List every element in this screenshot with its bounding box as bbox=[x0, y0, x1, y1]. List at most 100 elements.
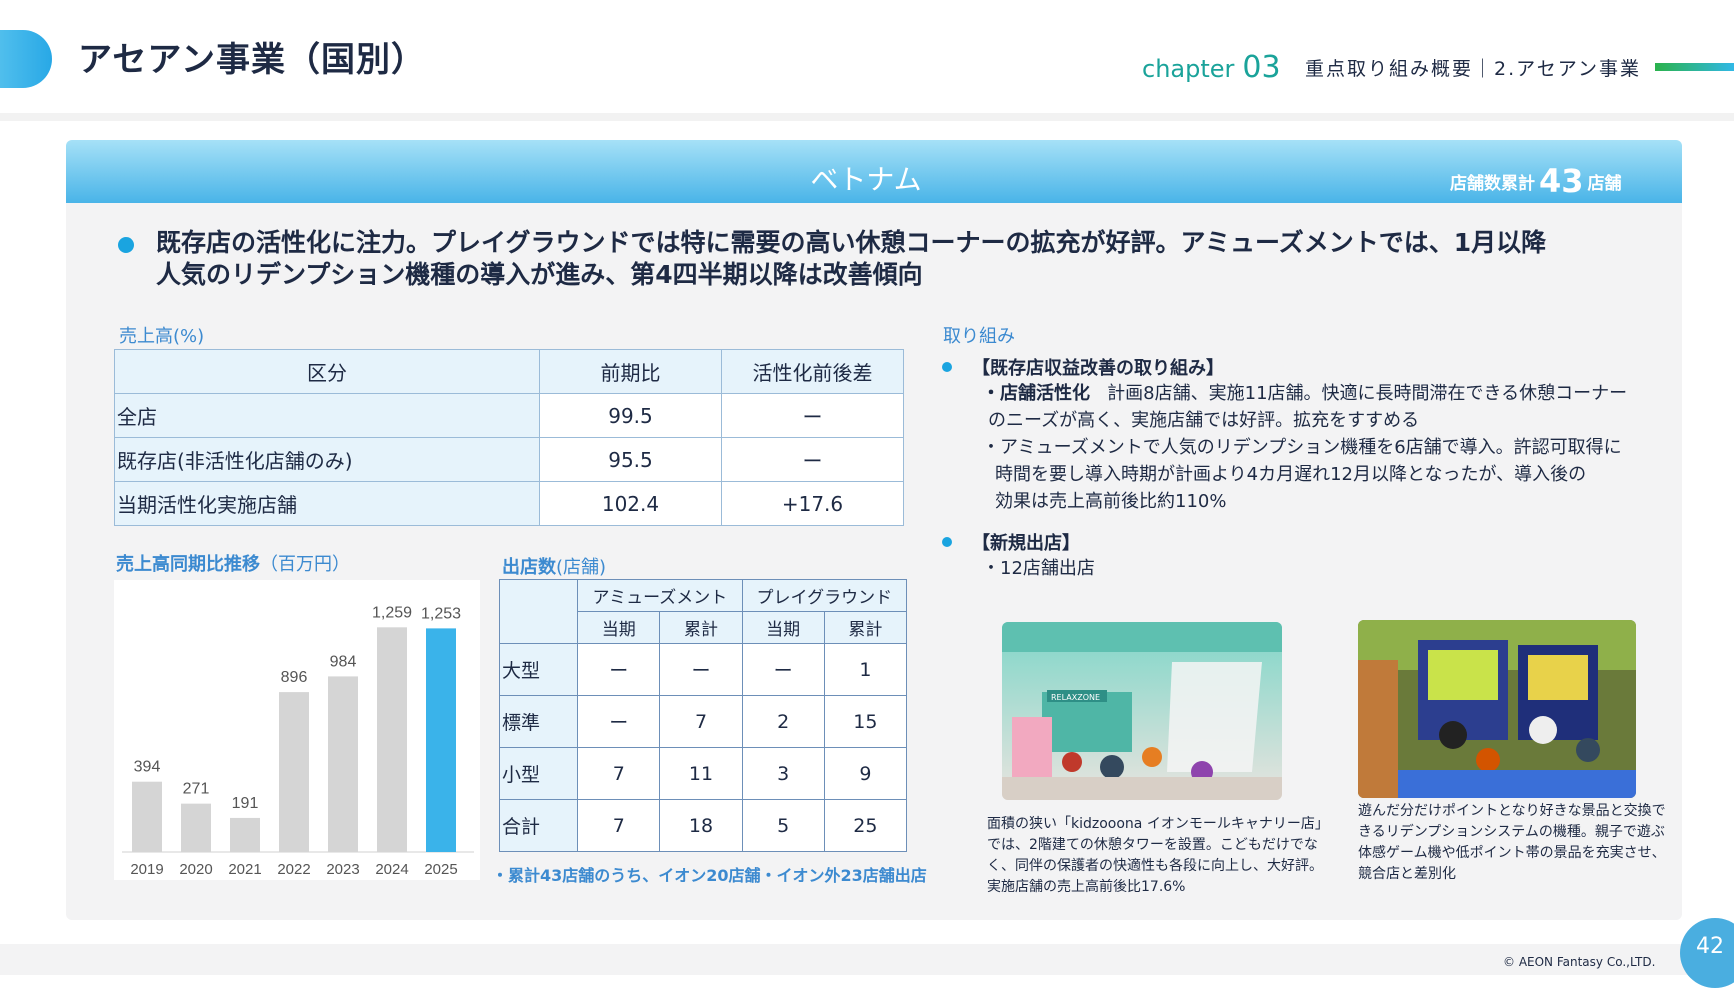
sales-table-label: 売上高(%) bbox=[119, 326, 205, 347]
chart-tick-label: 2023 bbox=[326, 861, 359, 878]
store-table-label: 出店数(店舗) bbox=[502, 553, 606, 579]
store-count-unit: 店舗 bbox=[1587, 174, 1622, 194]
store-cell: 7 bbox=[577, 747, 661, 800]
store-header-playground: プレイグラウンド bbox=[741, 579, 908, 612]
caption-line: きるリデンプションシステムの機種。親子で遊ぶ bbox=[1358, 824, 1665, 840]
caption-line: 競合店と差別化 bbox=[1358, 866, 1456, 882]
store-cell: ー bbox=[577, 643, 661, 696]
chart-label-main: 売上高同期比推移 bbox=[116, 554, 260, 575]
store-cell: 7 bbox=[659, 695, 743, 748]
bullet-icon bbox=[942, 362, 952, 372]
table-row: 全店 99.5 ー bbox=[114, 393, 904, 438]
chart-tick-label: 2024 bbox=[375, 861, 408, 878]
page-number-badge: 42 bbox=[1680, 918, 1734, 988]
sales-bar-chart: 394 2019 271 2020 191 2021 896 2022 984 2023 1,259… bbox=[114, 580, 480, 880]
lead-line-2: 人気のリデンプション機種の導入が進み、第4四半期以降は改善傾向 bbox=[156, 260, 923, 289]
header-divider bbox=[0, 113, 1734, 121]
page-title: アセアン事業（国別） bbox=[78, 40, 426, 80]
initiative-detail-1: ・店舗活性化 計画8店舗、実施11店舗。快適に長時間滞在できる休憩コーナー のニ… bbox=[982, 380, 1682, 434]
sales-row-label: 既存店(非活性化店舗のみ) bbox=[114, 437, 540, 482]
store-row-label: 標準 bbox=[498, 695, 579, 748]
table-row: 小型 7 11 3 9 bbox=[498, 747, 908, 800]
chart-tick-label: 2020 bbox=[179, 861, 212, 878]
lead-bullet-icon bbox=[118, 237, 134, 253]
redemption-photo-caption: 遊んだ分だけポイントとなり好きな景品と交換で きるリデンプションシステムの機種。… bbox=[1358, 801, 1688, 885]
initiative-detail-1-text: 計画8店舗、実施11店舗。快適に長時間滞在できる休憩コーナー bbox=[1107, 383, 1628, 404]
chart-data-label: 1,259 bbox=[372, 604, 412, 621]
store-cell: 2 bbox=[741, 695, 825, 748]
chart-data-label: 984 bbox=[330, 653, 357, 670]
store-table: アミューズメント プレイグラウンド 当期 累計 当期 累計 大型 ー ー ー 1… bbox=[498, 579, 908, 852]
store-cell: 9 bbox=[823, 747, 908, 800]
caption-line: 面積の狭い「kidzooona イオンモールキャナリー店」 bbox=[987, 816, 1329, 832]
initiative-detail-2-line3: 効果は売上高前後比約110% bbox=[995, 491, 1227, 512]
table-row: 大型 ー ー ー 1 bbox=[498, 643, 908, 696]
initiative-detail-1-line2: のニーズが高く、実施店舗では好評。拡充をすすめる bbox=[988, 410, 1420, 431]
initiative-detail-2: ・アミューズメントで人気のリデンプション機種を6店舗で導入。許認可取得に 時間を… bbox=[982, 434, 1682, 515]
sales-header-diff: 活性化前後差 bbox=[721, 349, 904, 394]
caption-line: く、同伴の保護者の快適性も各段に向上し、大好評。 bbox=[987, 858, 1323, 874]
store-header-blank bbox=[498, 579, 579, 644]
chart-label: 売上高同期比推移（百万円） bbox=[116, 550, 350, 576]
chapter-indicator: chapter 03 bbox=[1142, 50, 1281, 85]
table-row: 既存店(非活性化店舗のみ) 95.5 ー bbox=[114, 437, 904, 482]
caption-line: では、2階建ての休憩タワーを設置。こどもだけでな bbox=[987, 837, 1318, 853]
sales-row-diff: +17.6 bbox=[721, 481, 904, 526]
chart-data-label: 191 bbox=[232, 795, 259, 812]
table-row: 合計 7 18 5 25 bbox=[498, 799, 908, 852]
redemption-machine-photo-image bbox=[1358, 620, 1636, 798]
store-subheader: 当期 bbox=[741, 611, 825, 644]
playground-photo-caption: 面積の狭い「kidzooona イオンモールキャナリー店」 では、2階建ての休憩… bbox=[987, 814, 1329, 898]
store-count-label: 店舗数累計 bbox=[1450, 174, 1535, 194]
chart-bar-2025 bbox=[426, 628, 456, 852]
store-count: 店舗数累計 43 店舗 bbox=[1450, 162, 1622, 200]
lead-text: 既存店の活性化に注力。プレイグラウンドでは特に需要の高い休憩コーナーの拡充が好評… bbox=[156, 227, 1636, 291]
sales-row-diff: ー bbox=[721, 393, 904, 438]
store-row-label: 合計 bbox=[498, 799, 579, 852]
initiative-detail-1-line1: ・店舗活性化 計画8店舗、実施11店舗。快適に長時間滞在できる休憩コーナー bbox=[982, 380, 1682, 407]
sales-table-header: 区分 前期比 活性化前後差 bbox=[114, 349, 904, 394]
relaxzone-sign: RELAXZONE bbox=[1051, 693, 1100, 702]
bullet-icon bbox=[942, 537, 952, 547]
caption-line: 体感ゲーム機や低ポイント帯の景品を充実させ、 bbox=[1358, 845, 1666, 861]
chart-bar-2024 bbox=[377, 627, 407, 852]
store-header-amusement: アミューズメント bbox=[577, 579, 743, 612]
store-cell: 1 bbox=[823, 643, 908, 696]
chart-svg: 394 2019 271 2020 191 2021 896 2022 984 2023 1,259… bbox=[122, 604, 474, 878]
sales-row-yoy: 102.4 bbox=[539, 481, 722, 526]
caption-line: 遊んだ分だけポイントとなり好きな景品と交換で bbox=[1358, 803, 1666, 819]
store-count-value: 43 bbox=[1539, 162, 1584, 200]
store-row-label: 大型 bbox=[498, 643, 579, 696]
store-cell: 25 bbox=[823, 799, 908, 852]
store-cell: 11 bbox=[659, 747, 743, 800]
chart-bar-2020 bbox=[181, 803, 211, 852]
chart-tick-label: 2021 bbox=[228, 861, 261, 878]
store-cell: 3 bbox=[741, 747, 825, 800]
store-table-label-main: 出店数 bbox=[502, 557, 556, 578]
store-row-label: 小型 bbox=[498, 747, 579, 800]
chart-bar-2019 bbox=[132, 781, 162, 852]
initiatives-label: 取り組み bbox=[943, 326, 1015, 347]
chart-data-label: 271 bbox=[183, 781, 210, 798]
chart-tick-label: 2019 bbox=[130, 861, 163, 878]
store-cell: 7 bbox=[577, 799, 661, 852]
chart-bar-2022 bbox=[279, 692, 309, 852]
section-breadcrumb: 重点取り組み概要｜2.アセアン事業 bbox=[1305, 58, 1641, 80]
initiative-heading-existing: 【既存店収益改善の取り組み】 bbox=[972, 358, 1224, 379]
sales-row-diff: ー bbox=[721, 437, 904, 482]
table-row: 当期活性化実施店舗 102.4 +17.6 bbox=[114, 481, 904, 526]
sales-header-yoy: 前期比 bbox=[539, 349, 722, 394]
caption-line: 実施店舗の売上高前後比17.6% bbox=[987, 879, 1186, 895]
lead-line-1: 既存店の活性化に注力。プレイグラウンドでは特に需要の高い休憩コーナーの拡充が好評… bbox=[156, 228, 1547, 257]
store-subheader: 当期 bbox=[577, 611, 661, 644]
chapter-number: 03 bbox=[1242, 50, 1281, 85]
sales-row-yoy: 99.5 bbox=[539, 393, 722, 438]
store-cell: 15 bbox=[823, 695, 908, 748]
sales-header-category: 区分 bbox=[114, 349, 540, 394]
chart-bar-2023 bbox=[328, 676, 358, 852]
chart-data-label: 1,253 bbox=[421, 605, 461, 622]
initiative-detail-2-line1: ・アミューズメントで人気のリデンプション機種を6店舗で導入。許認可取得に bbox=[982, 437, 1622, 458]
store-table-note: ・累計43店舗のうち、イオン20店舗・イオン外23店舗出店 bbox=[492, 866, 927, 885]
store-cell: 5 bbox=[741, 799, 825, 852]
page-number: 42 bbox=[1696, 934, 1724, 959]
